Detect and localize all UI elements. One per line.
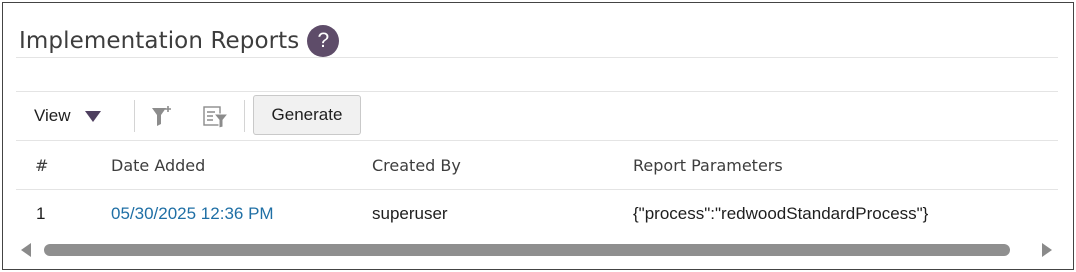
- page-title: Implementation Reports: [19, 28, 300, 54]
- row-number: 1: [36, 204, 46, 223]
- toolbar: View Generate: [16, 92, 1058, 140]
- column-header-number[interactable]: #: [35, 156, 48, 175]
- divider: [16, 57, 1058, 58]
- view-menu[interactable]: View: [34, 92, 101, 140]
- divider: [16, 189, 1058, 190]
- scrollbar-thumb[interactable]: [44, 244, 1010, 256]
- view-menu-label: View: [34, 106, 71, 125]
- column-header-report-parameters[interactable]: Report Parameters: [633, 156, 783, 175]
- add-filter-icon[interactable]: [148, 102, 176, 130]
- generate-button[interactable]: Generate: [253, 95, 361, 135]
- horizontal-scrollbar[interactable]: [16, 240, 1058, 260]
- date-added-link[interactable]: 05/30/2025 12:36 PM: [111, 204, 274, 224]
- panel-header: Implementation Reports ?: [19, 23, 340, 59]
- filter-list-icon[interactable]: [202, 102, 230, 130]
- caret-down-icon: [84, 110, 101, 122]
- report-parameters-cell: {"process":"redwoodStandardProcess"}: [633, 204, 929, 223]
- toolbar-divider: [244, 100, 245, 132]
- scroll-right-icon[interactable]: [1042, 243, 1052, 257]
- created-by-cell: superuser: [372, 204, 448, 223]
- scroll-left-icon[interactable]: [21, 243, 31, 257]
- help-icon[interactable]: ?: [307, 25, 340, 57]
- column-header-date-added[interactable]: Date Added: [111, 156, 205, 175]
- toolbar-divider: [134, 100, 135, 132]
- column-header-created-by[interactable]: Created By: [372, 156, 461, 175]
- divider: [16, 140, 1058, 141]
